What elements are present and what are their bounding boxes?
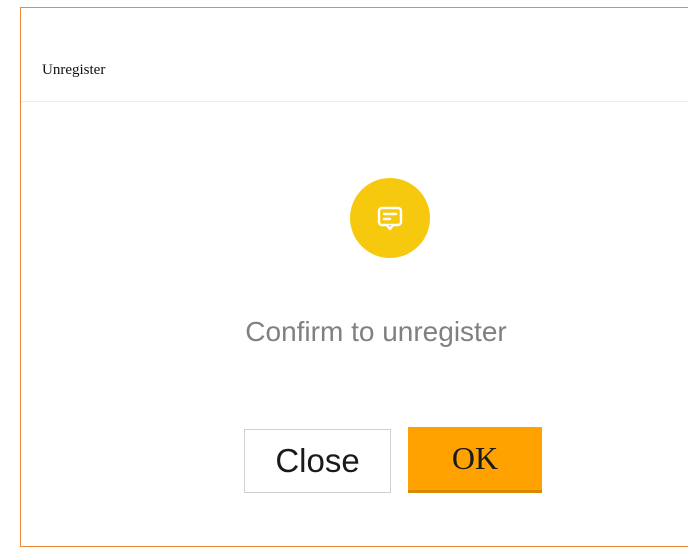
- dialog-title: Unregister: [42, 62, 106, 78]
- dialog-header: Unregister: [21, 8, 688, 102]
- unregister-dialog: Unregister Confirm to unregister Close O…: [20, 7, 688, 547]
- close-button[interactable]: Close: [244, 429, 391, 493]
- ok-button[interactable]: OK: [408, 427, 542, 493]
- message-icon: [350, 178, 430, 258]
- confirm-message: Confirm to unregister: [245, 316, 507, 347]
